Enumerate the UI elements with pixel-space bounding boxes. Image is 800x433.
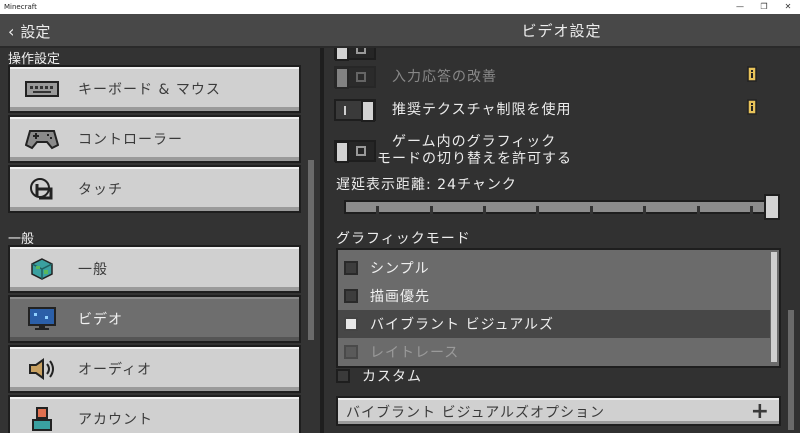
sidebar-item-general[interactable]: 一般 <box>8 245 301 293</box>
radio-box <box>344 289 358 303</box>
globe-cube-icon <box>22 255 62 283</box>
texture-limit-row: 推奨テクスチャ制限を使用 <box>334 99 572 122</box>
monitor-icon <box>22 305 62 333</box>
render-distance-slider-thumb[interactable] <box>764 194 780 220</box>
settings-sidebar: 操作設定 キーボード & マウス コントローラー タッチ 一般 一般 ビデオ オ… <box>0 48 320 433</box>
speaker-icon <box>22 355 62 383</box>
graphics-mode-list: シンプル 描画優先 バイブラント ビジュアルズ レイトレース <box>336 248 781 368</box>
info-icon[interactable] <box>746 66 758 82</box>
minimize-button[interactable]: — <box>728 0 752 14</box>
keyboard-icon <box>22 75 62 103</box>
graphics-mode-list-scrollbar[interactable] <box>771 252 777 362</box>
vibrant-visuals-options-label: バイブラント ビジュアルズオプション <box>346 405 606 421</box>
clipped-toggle[interactable] <box>334 48 376 61</box>
graphics-mode-option-custom[interactable]: カスタム <box>336 366 422 386</box>
sidebar-item-label: ビデオ <box>78 312 123 328</box>
maximize-button[interactable]: ❐ <box>752 0 776 14</box>
graphics-mode-label: グラフィックモード <box>336 231 471 247</box>
window-controls: — ❐ ✕ <box>728 0 800 14</box>
sidebar-item-label: オーディオ <box>78 362 153 378</box>
option-label: シンプル <box>370 261 430 277</box>
radio-box-selected <box>344 317 358 331</box>
touch-icon <box>22 175 62 203</box>
graphics-mode-option-vibrant-visuals[interactable]: バイブラント ビジュアルズ <box>338 310 770 338</box>
option-label: 描画優先 <box>370 289 430 305</box>
radio-box <box>344 261 358 275</box>
graphics-mode-option-simple[interactable]: シンプル <box>338 254 770 282</box>
controller-icon <box>22 125 62 153</box>
option-label: レイトレース <box>370 345 460 361</box>
graphics-mode-option-fancy[interactable]: 描画優先 <box>338 282 770 310</box>
sidebar-item-label: 一般 <box>78 262 108 278</box>
window-titlebar: Minecraft — ❐ ✕ <box>0 0 800 14</box>
sidebar-item-label: コントローラー <box>78 132 183 148</box>
back-label: 設定 <box>20 22 51 41</box>
render-distance-label: 遅延表示距離: 24チャンク <box>336 177 517 193</box>
graphics-mode-switch-row: ゲーム内のグラフィック モードの切り替えを許可する <box>334 134 572 168</box>
sidebar-item-video[interactable]: ビデオ <box>8 295 301 343</box>
sidebar-item-label: タッチ <box>78 182 123 198</box>
back-button[interactable]: ‹ 設定 <box>8 19 50 43</box>
graphics-mode-switch-toggle[interactable] <box>334 140 376 163</box>
render-distance-slider[interactable] <box>344 200 772 214</box>
header: ‹ 設定 ビデオ設定 <box>0 14 800 48</box>
texture-limit-label: 推奨テクスチャ制限を使用 <box>392 101 572 118</box>
radio-box <box>336 369 350 383</box>
graphics-mode-switch-line2: モードの切り替えを許可する <box>377 151 572 167</box>
option-label: バイブラント ビジュアルズ <box>370 317 555 333</box>
option-label: カスタム <box>362 369 422 385</box>
input-delay-row: 入力応答の改善 <box>334 66 497 89</box>
video-settings-panel: 入力応答の改善 推奨テクスチャ制限を使用 ゲーム内のグラフィック モードの切り替… <box>324 48 800 433</box>
sidebar-item-label: アカウント <box>78 412 153 428</box>
account-icon <box>22 405 62 433</box>
plus-icon: + <box>750 399 769 424</box>
settings-panel-scrollbar[interactable] <box>788 310 794 430</box>
sidebar-item-touch[interactable]: タッチ <box>8 165 301 213</box>
input-delay-label: 入力応答の改善 <box>392 68 497 85</box>
page-title: ビデオ設定 <box>521 22 602 40</box>
texture-limit-toggle[interactable] <box>334 99 376 122</box>
input-delay-toggle[interactable] <box>334 66 376 89</box>
sidebar-item-account[interactable]: アカウント <box>8 395 301 433</box>
sidebar-item-controller[interactable]: コントローラー <box>8 115 301 163</box>
vibrant-visuals-options-button[interactable]: バイブラント ビジュアルズオプション + <box>336 396 781 426</box>
graphics-mode-option-ray-tracing[interactable]: レイトレース <box>338 338 770 366</box>
sidebar-item-audio[interactable]: オーディオ <box>8 345 301 393</box>
radio-box <box>344 345 358 359</box>
sidebar-scrollbar[interactable] <box>308 160 314 340</box>
graphics-mode-switch-line1: ゲーム内のグラフィック <box>392 134 557 150</box>
sidebar-item-label: キーボード & マウス <box>78 82 221 98</box>
close-button[interactable]: ✕ <box>776 0 800 14</box>
graphics-mode-switch-label: ゲーム内のグラフィック モードの切り替えを許可する <box>377 134 572 168</box>
sidebar-item-keyboard-mouse[interactable]: キーボード & マウス <box>8 65 301 113</box>
clipped-toggle-row <box>334 48 376 61</box>
window-title: Minecraft <box>4 3 37 11</box>
chevron-left-icon: ‹ <box>8 21 15 41</box>
info-icon[interactable] <box>746 99 758 115</box>
